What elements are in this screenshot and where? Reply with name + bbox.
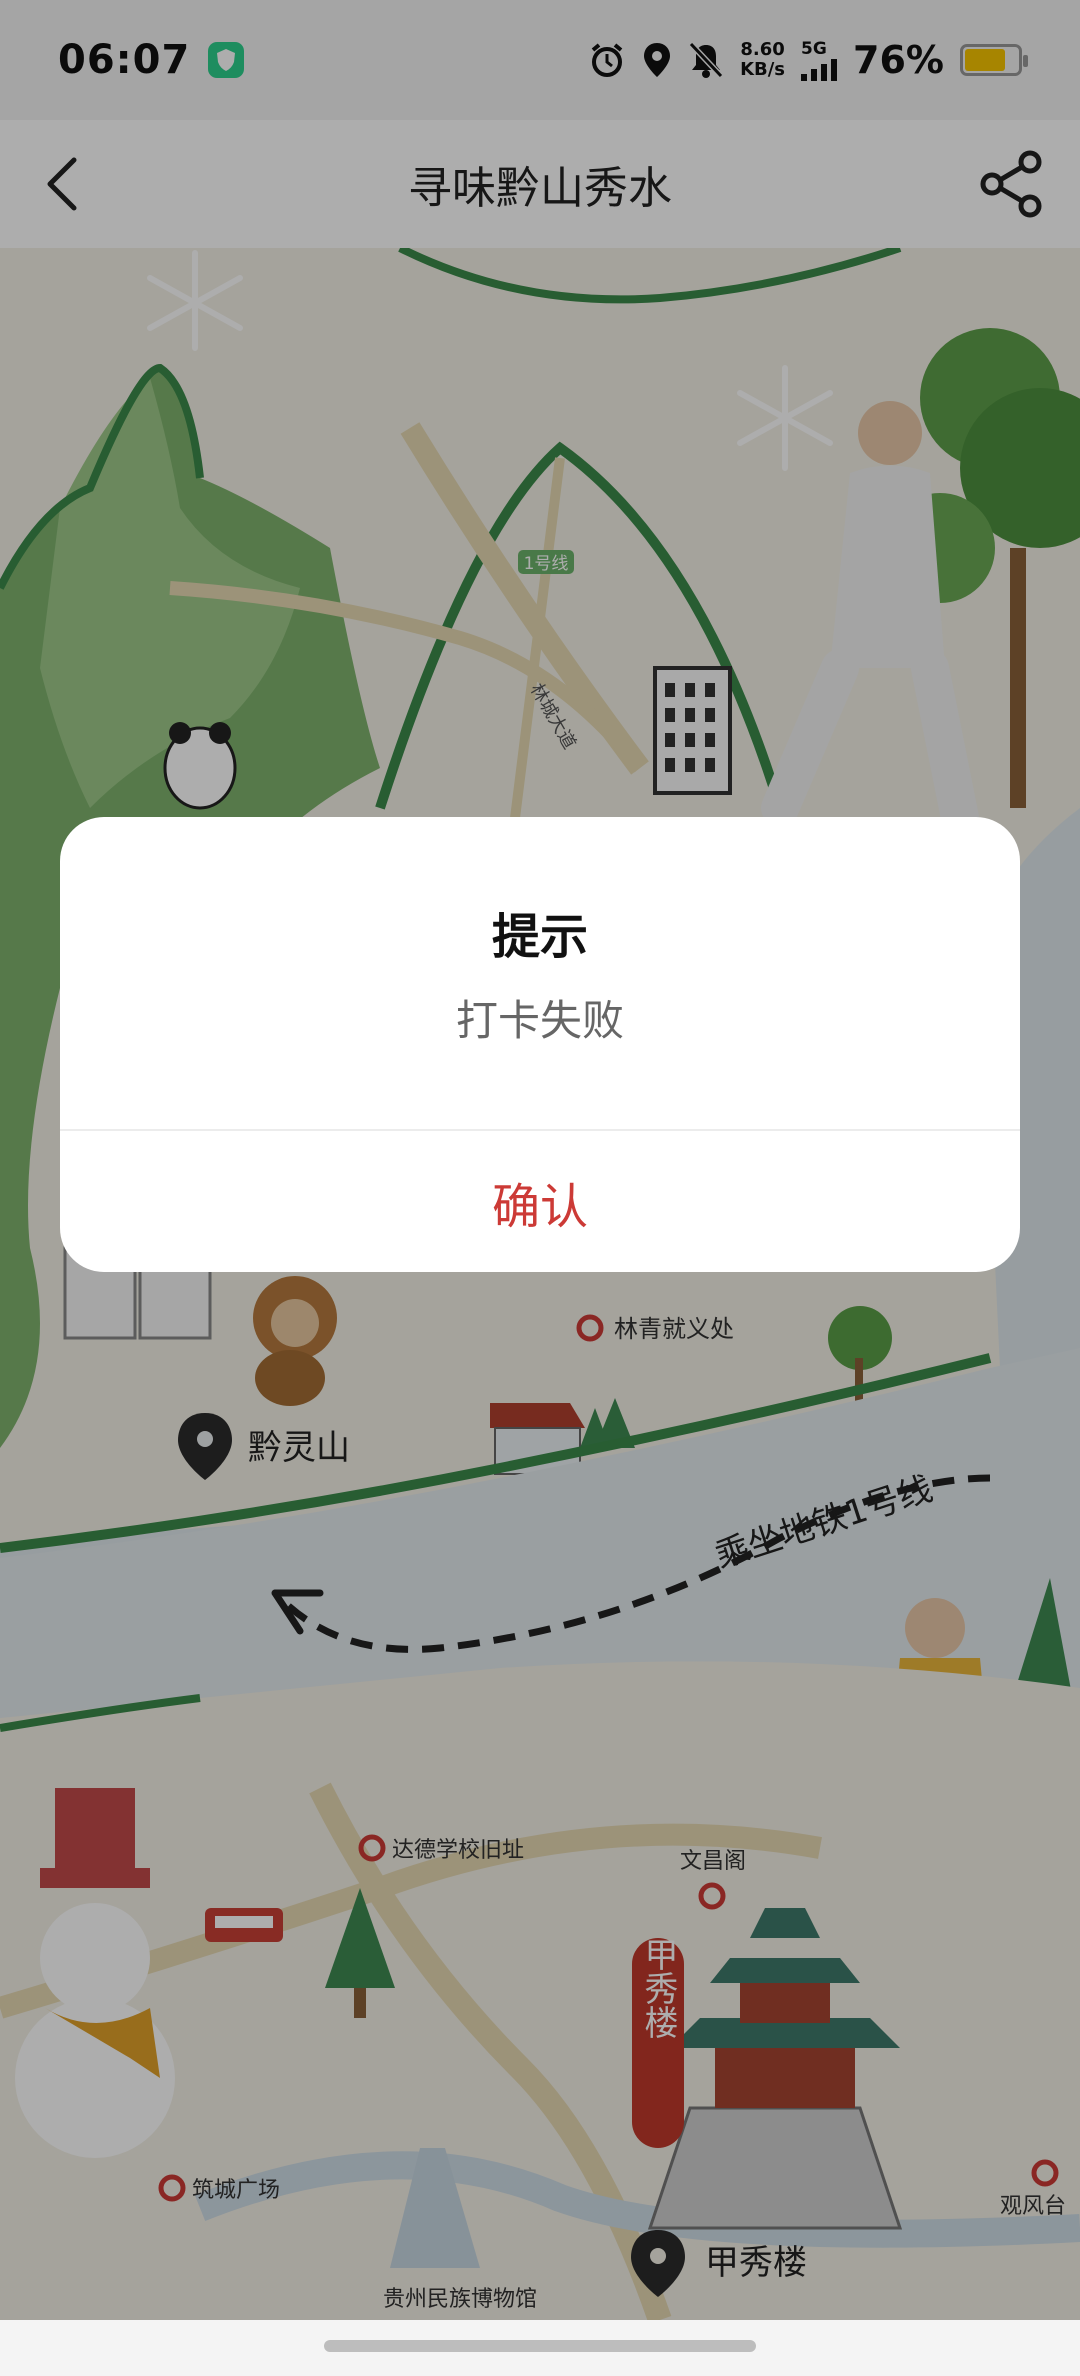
dialog-message: 打卡失败 (455, 996, 624, 1045)
alert-dialog: 提示 打卡失败 确认 (60, 817, 1020, 1272)
confirm-button[interactable]: 确认 (60, 1131, 1020, 1272)
home-indicator[interactable] (324, 2340, 756, 2352)
dialog-title: 提示 (491, 909, 588, 965)
